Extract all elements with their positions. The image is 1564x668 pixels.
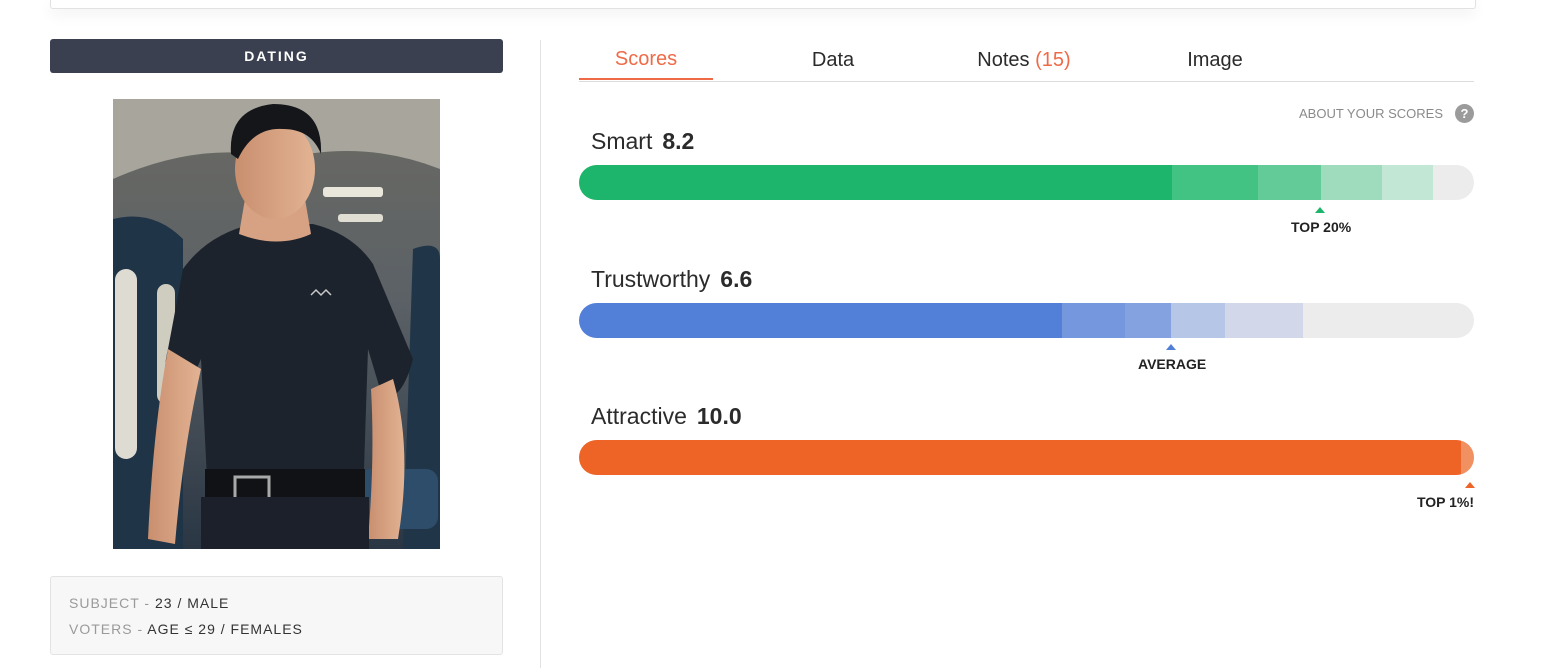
bar-segment [1062, 303, 1125, 338]
trait-score: 6.6 [720, 266, 753, 292]
bar-segment [1125, 303, 1171, 338]
trait-name: Trustworthy [591, 266, 711, 292]
mode-label: DATING [244, 48, 309, 64]
top-card [50, 0, 1476, 9]
marker-label: TOP 20% [1291, 219, 1352, 235]
profile-photo [113, 99, 440, 549]
bar-segment [1321, 165, 1382, 200]
marker-triangle-icon [1166, 344, 1176, 350]
marker-label: AVERAGE [1138, 356, 1207, 372]
score-bar [579, 165, 1474, 200]
bar-segment [579, 165, 1172, 200]
tab-data-label: Data [811, 48, 855, 71]
about-scores-link[interactable]: ABOUT YOUR SCORES ? [1299, 104, 1474, 123]
column-divider [540, 40, 541, 668]
score-bar [579, 440, 1474, 475]
tab-bar: Scores Data Notes (15) Image [579, 40, 1474, 82]
voters-row: VOTERS - AGE ≤ 29 / FEMALES [69, 621, 303, 637]
bar-segment [1382, 165, 1433, 200]
trait-name: Attractive [591, 403, 687, 429]
subject-value: 23 / MALE [154, 595, 230, 611]
score-bar [579, 303, 1474, 338]
trait-title: Attractive 10.0 [591, 403, 742, 430]
subject-info-box: SUBJECT - 23 / MALE VOTERS - AGE ≤ 29 / … [50, 576, 503, 655]
bar-segment [1172, 165, 1258, 200]
bar-segment [1171, 303, 1225, 338]
tab-scores-label: Scores [614, 47, 678, 70]
tab-image-label: Image [1187, 48, 1243, 71]
tab-data[interactable]: Data [766, 40, 900, 80]
trait-score: 8.2 [662, 128, 695, 154]
tab-image[interactable]: Image [1148, 40, 1282, 80]
trait-score: 10.0 [696, 403, 742, 429]
bar-segment [579, 440, 1461, 475]
marker-triangle-icon [1465, 482, 1475, 488]
about-scores-label: ABOUT YOUR SCORES [1299, 106, 1443, 121]
bar-segment [1258, 165, 1321, 200]
subject-label: SUBJECT - [69, 595, 151, 611]
tab-notes-label: Notes [977, 48, 1030, 71]
tab-notes[interactable]: Notes (15) [952, 40, 1096, 80]
bar-segment [579, 303, 1062, 338]
marker-triangle-icon [1315, 207, 1325, 213]
bar-segment [1461, 440, 1474, 475]
trait-name: Smart [591, 128, 653, 154]
tab-scores[interactable]: Scores [579, 40, 713, 80]
trait-title: Smart 8.2 [591, 128, 694, 155]
voters-value: AGE ≤ 29 / FEMALES [147, 621, 303, 637]
subject-row: SUBJECT - 23 / MALE [69, 595, 229, 611]
tab-notes-count: (15) [1035, 48, 1071, 71]
mode-header: DATING [50, 39, 503, 73]
trait-title: Trustworthy 6.6 [591, 266, 752, 293]
bar-segment [1225, 303, 1303, 338]
person-photo-icon [113, 99, 440, 549]
marker-label: TOP 1%! [1416, 494, 1474, 510]
help-icon: ? [1455, 104, 1474, 123]
voters-label: VOTERS - [69, 621, 144, 637]
